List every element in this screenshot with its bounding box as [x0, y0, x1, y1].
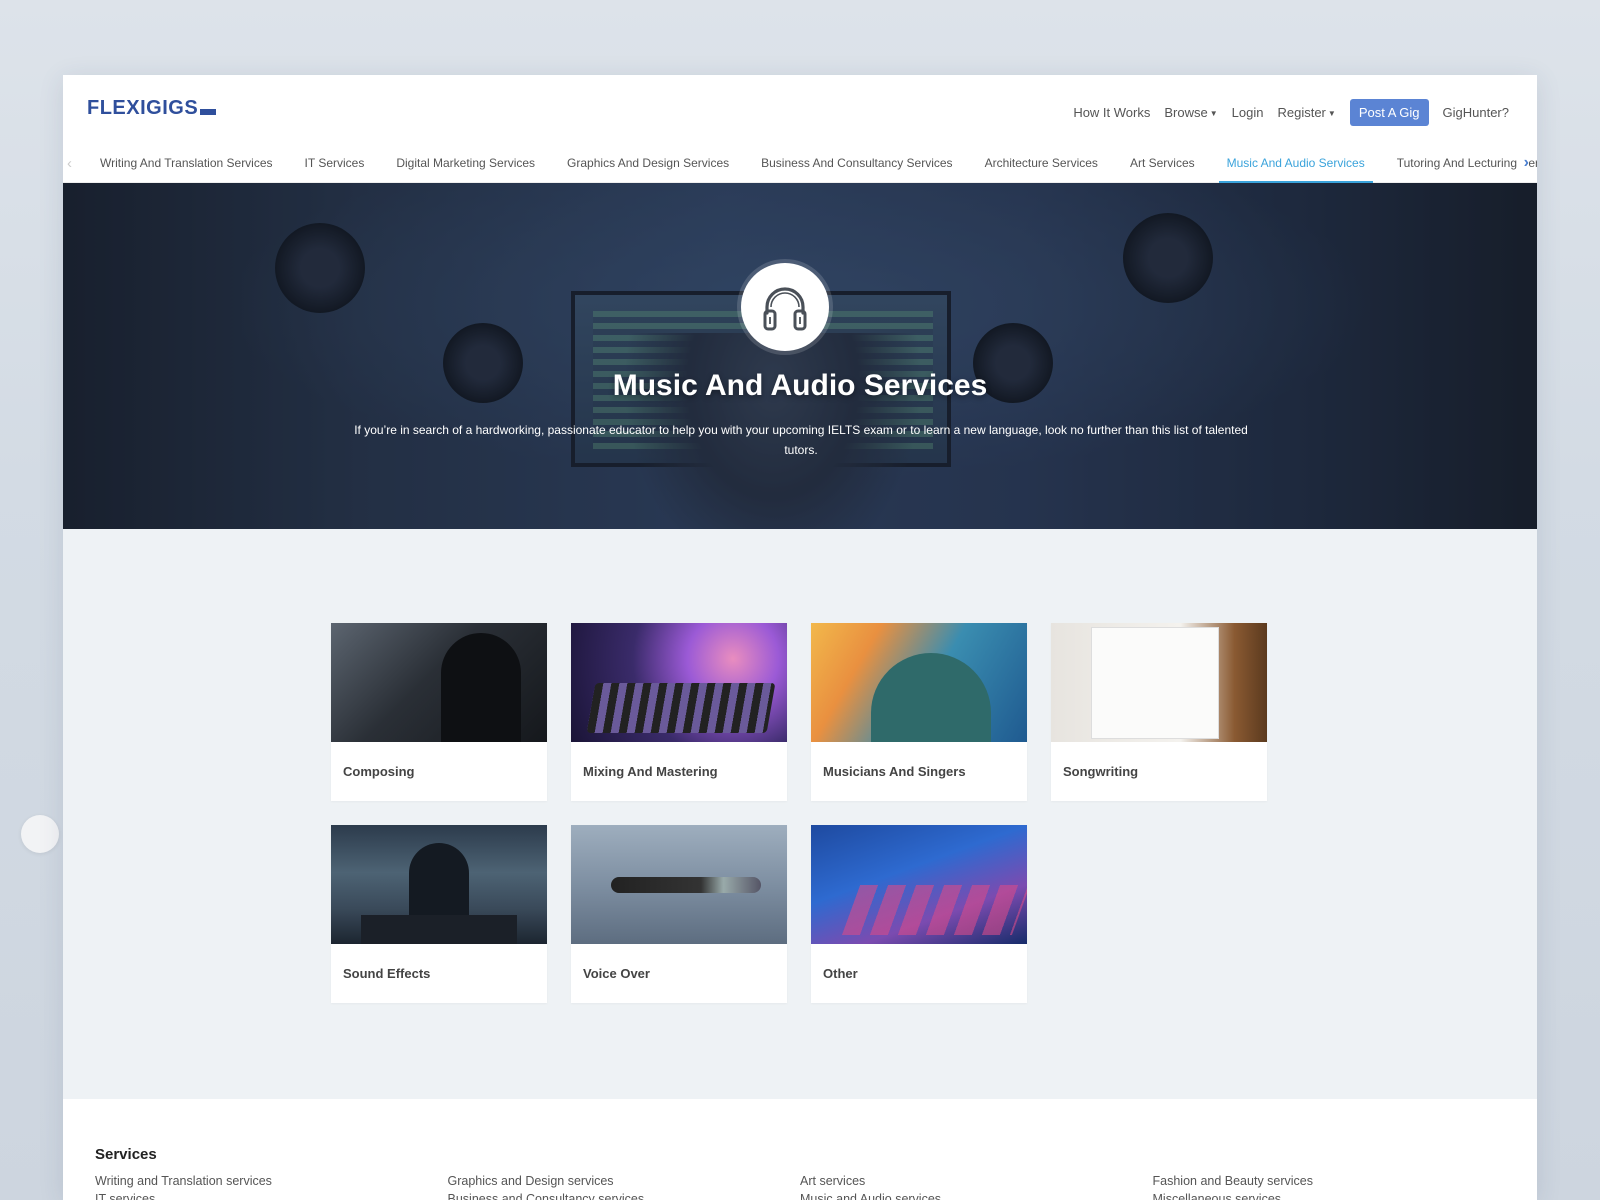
composing-image — [331, 623, 547, 742]
tab-graphics-design[interactable]: Graphics And Design Services — [559, 152, 737, 183]
hero-description: If you’re in search of a hardworking, pa… — [354, 423, 1248, 457]
hero-icon-ring — [737, 259, 833, 355]
notebook-image — [1051, 623, 1267, 742]
card-sound-effects[interactable]: Sound Effects — [331, 825, 547, 1003]
caret-down-icon: ▼ — [1209, 109, 1218, 119]
footer-columns: Writing and Translation services IT serv… — [95, 1174, 1505, 1200]
footer-column: Writing and Translation services IT serv… — [95, 1174, 448, 1200]
nav-gighunter[interactable]: GigHunter? — [1443, 105, 1509, 120]
card-composing[interactable]: Composing — [331, 623, 547, 801]
card-label: Mixing And Mastering — [583, 764, 718, 779]
category-tabs: ‹ Writing And Translation Services IT Se… — [63, 152, 1537, 183]
footer-link[interactable]: Music and Audio services — [800, 1192, 1153, 1200]
hero-banner: Music And Audio Services If you’re in se… — [63, 183, 1537, 529]
card-label: Musicians And Singers — [823, 764, 966, 779]
microphone-image — [571, 825, 787, 944]
headphones-icon — [741, 263, 829, 351]
floating-circle — [21, 815, 59, 853]
footer-link[interactable]: Fashion and Beauty services — [1153, 1174, 1506, 1192]
nav-login[interactable]: Login — [1232, 105, 1264, 120]
card-label: Other — [823, 966, 858, 981]
nav-how-it-works[interactable]: How It Works — [1073, 105, 1150, 120]
subcategory-grid: Composing Mixing And Mastering Musicians… — [331, 623, 1271, 1003]
top-navigation: How It Works Browse ▼ Login Register ▼ Pos… — [1073, 99, 1509, 126]
caret-down-icon: ▼ — [1327, 109, 1336, 119]
site-footer: Services Writing and Translation service… — [63, 1099, 1537, 1200]
tab-tutoring-lecturing[interactable]: Tutoring And Lecturing Ser — [1389, 152, 1537, 183]
tab-list: Writing And Translation Services IT Serv… — [92, 152, 1537, 183]
footer-link[interactable]: Graphics and Design services — [448, 1174, 801, 1192]
tab-digital-marketing[interactable]: Digital Marketing Services — [388, 152, 543, 183]
footer-column: Fashion and Beauty services Miscellaneou… — [1153, 1174, 1506, 1200]
nav-browse[interactable]: Browse ▼ — [1164, 105, 1217, 120]
card-mixing-mastering[interactable]: Mixing And Mastering — [571, 623, 787, 801]
drum-pads-image — [811, 825, 1027, 944]
footer-column: Graphics and Design services Business an… — [448, 1174, 801, 1200]
footer-link[interactable]: Business and Consultancy services — [448, 1192, 801, 1200]
tab-business-consultancy[interactable]: Business And Consultancy Services — [753, 152, 960, 183]
card-label: Voice Over — [583, 966, 650, 981]
singer-image — [811, 623, 1027, 742]
chevron-left-icon[interactable]: ‹ — [67, 155, 72, 172]
tab-music-audio[interactable]: Music And Audio Services — [1218, 152, 1373, 183]
post-gig-button[interactable]: Post A Gig — [1349, 99, 1429, 126]
tab-architecture[interactable]: Architecture Services — [977, 152, 1106, 183]
tab-writing-translation[interactable]: Writing And Translation Services — [92, 152, 281, 183]
card-label: Songwriting — [1063, 764, 1139, 779]
browser-window: FLEXIGIGS How It Works Browse ▼ Login Reg… — [63, 75, 1537, 1200]
logo-bar-icon — [200, 108, 217, 115]
card-label: Sound Effects — [343, 966, 431, 981]
nav-browse-label: Browse — [1164, 105, 1208, 120]
logo-text: FLEXIGIGS — [87, 97, 199, 119]
nav-register[interactable]: Register ▼ — [1277, 105, 1335, 120]
card-label: Composing — [343, 764, 415, 779]
footer-link[interactable]: Miscellaneous services — [1153, 1192, 1506, 1200]
footer-link[interactable]: IT services — [95, 1192, 448, 1200]
tab-it-services[interactable]: IT Services — [297, 152, 373, 183]
footer-services-heading: Services — [95, 1146, 157, 1163]
footer-link[interactable]: Art services — [800, 1174, 1153, 1192]
footer-link[interactable]: Writing and Translation services — [95, 1174, 448, 1192]
nav-register-label: Register — [1277, 105, 1326, 120]
dj-image — [331, 825, 547, 944]
page-title: Music And Audio Services — [612, 369, 988, 402]
logo[interactable]: FLEXIGIGS — [87, 97, 217, 120]
card-other[interactable]: Other — [811, 825, 1027, 1003]
mixing-console-image — [571, 623, 787, 742]
chevron-right-icon[interactable]: › — [1519, 154, 1529, 172]
footer-column: Art services Music and Audio services — [800, 1174, 1153, 1200]
card-songwriting[interactable]: Songwriting — [1051, 623, 1267, 801]
card-musicians-singers[interactable]: Musicians And Singers — [811, 623, 1027, 801]
site-header: FLEXIGIGS How It Works Browse ▼ Login Reg… — [63, 75, 1537, 183]
card-voice-over[interactable]: Voice Over — [571, 825, 787, 1003]
tab-art[interactable]: Art Services — [1122, 152, 1203, 183]
